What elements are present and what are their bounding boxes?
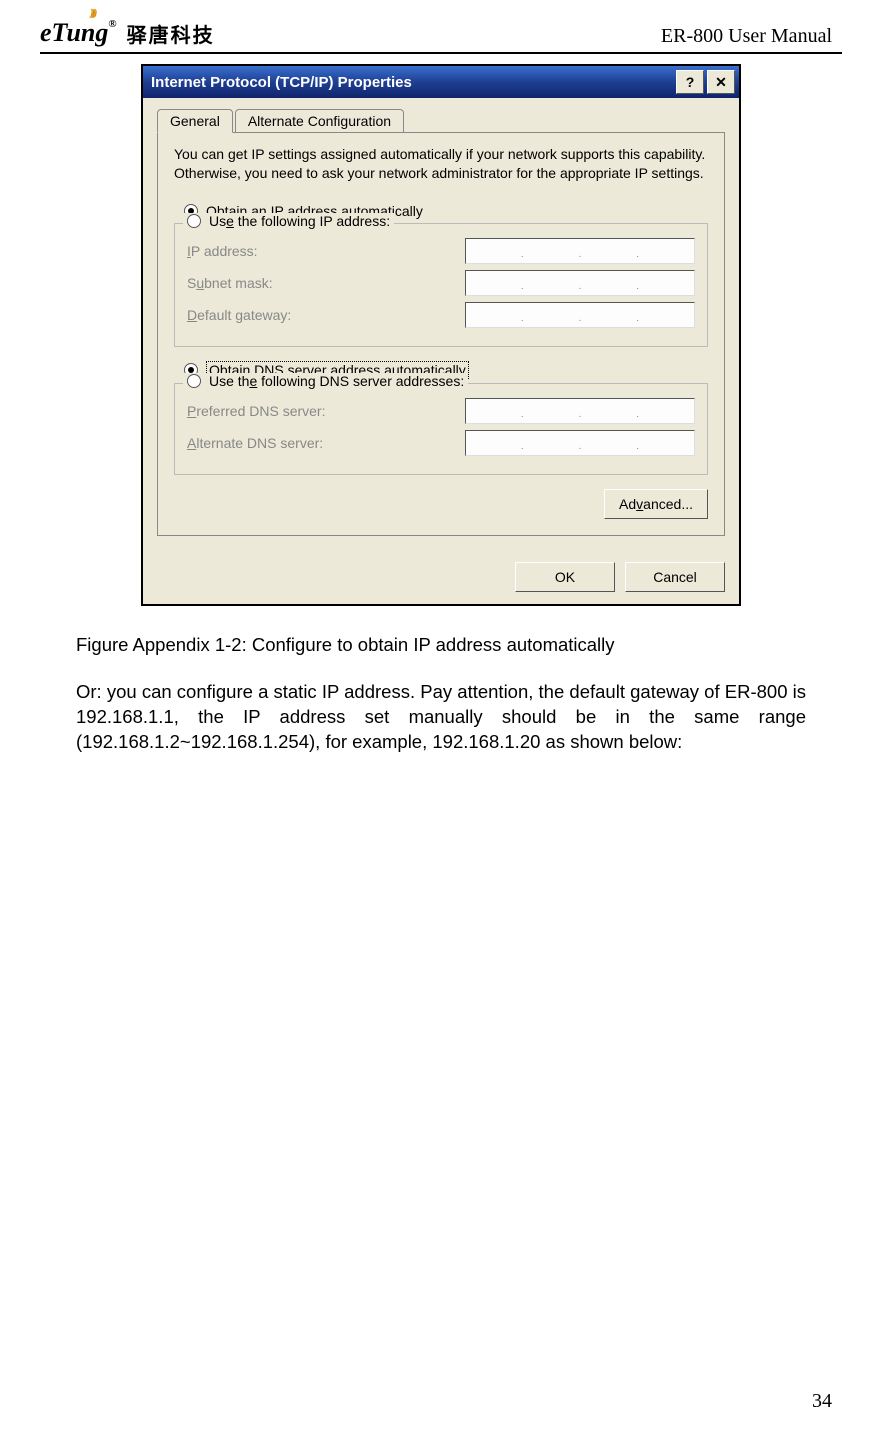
- close-button[interactable]: ✕: [707, 70, 735, 94]
- logo-mark: )))) eTung®: [40, 18, 117, 48]
- radio-use-following-dns[interactable]: Use the following DNS server addresses:: [209, 373, 464, 389]
- label-preferred-dns: Preferred DNS server:: [187, 403, 326, 419]
- page-header: )))) eTung® 驿唐科技 ER-800 User Manual: [0, 0, 882, 52]
- alternate-dns-input[interactable]: ...: [465, 430, 695, 456]
- radio-icon: [187, 214, 201, 228]
- default-gateway-input[interactable]: ...: [465, 302, 695, 328]
- logo-block: )))) eTung® 驿唐科技: [40, 18, 215, 48]
- intro-text: You can get IP settings assigned automat…: [174, 145, 708, 183]
- body-paragraph: Or: you can configure a static IP addres…: [76, 680, 806, 755]
- logo-chinese: 驿唐科技: [127, 19, 215, 48]
- question-icon: ?: [686, 74, 695, 90]
- subnet-mask-input[interactable]: ...: [465, 270, 695, 296]
- label-alternate-dns: Alternate DNS server:: [187, 435, 323, 451]
- radio-icon: [187, 374, 201, 388]
- header-rule: [40, 52, 842, 54]
- advanced-button[interactable]: Advanced...: [604, 489, 708, 519]
- page-number: 34: [812, 1390, 832, 1413]
- titlebar: Internet Protocol (TCP/IP) Properties ? …: [143, 66, 739, 98]
- ok-button[interactable]: OK: [515, 562, 615, 592]
- cancel-button[interactable]: Cancel: [625, 562, 725, 592]
- fieldset-static-dns: Use the following DNS server addresses: …: [174, 383, 708, 475]
- fieldset-static-ip: Use the following IP address: IP address…: [174, 223, 708, 347]
- document-title: ER-800 User Manual: [661, 25, 832, 48]
- tab-panel-general: You can get IP settings assigned automat…: [157, 132, 725, 536]
- label-default-gateway: Default gateway:: [187, 307, 291, 323]
- ip-address-input[interactable]: ...: [465, 238, 695, 264]
- preferred-dns-input[interactable]: ...: [465, 398, 695, 424]
- logo-reg: ®: [108, 18, 116, 30]
- figure-caption: Figure Appendix 1-2: Configure to obtain…: [76, 634, 806, 656]
- dialog-footer: OK Cancel: [143, 550, 739, 604]
- logo-signal-icon: )))): [90, 8, 95, 19]
- tcpip-properties-dialog: Internet Protocol (TCP/IP) Properties ? …: [141, 64, 741, 606]
- tab-general[interactable]: General: [157, 109, 233, 133]
- tab-alternate-configuration[interactable]: Alternate Configuration: [235, 109, 404, 133]
- radio-use-following-ip[interactable]: Use the following IP address:: [209, 213, 390, 229]
- close-icon: ✕: [715, 74, 727, 91]
- label-subnet-mask: Subnet mask:: [187, 275, 273, 291]
- tabs: General Alternate Configuration: [157, 108, 725, 132]
- label-ip-address: IP address:: [187, 243, 258, 259]
- help-button[interactable]: ?: [676, 70, 704, 94]
- logo-text: eTung: [40, 18, 108, 47]
- dialog-title: Internet Protocol (TCP/IP) Properties: [151, 74, 412, 91]
